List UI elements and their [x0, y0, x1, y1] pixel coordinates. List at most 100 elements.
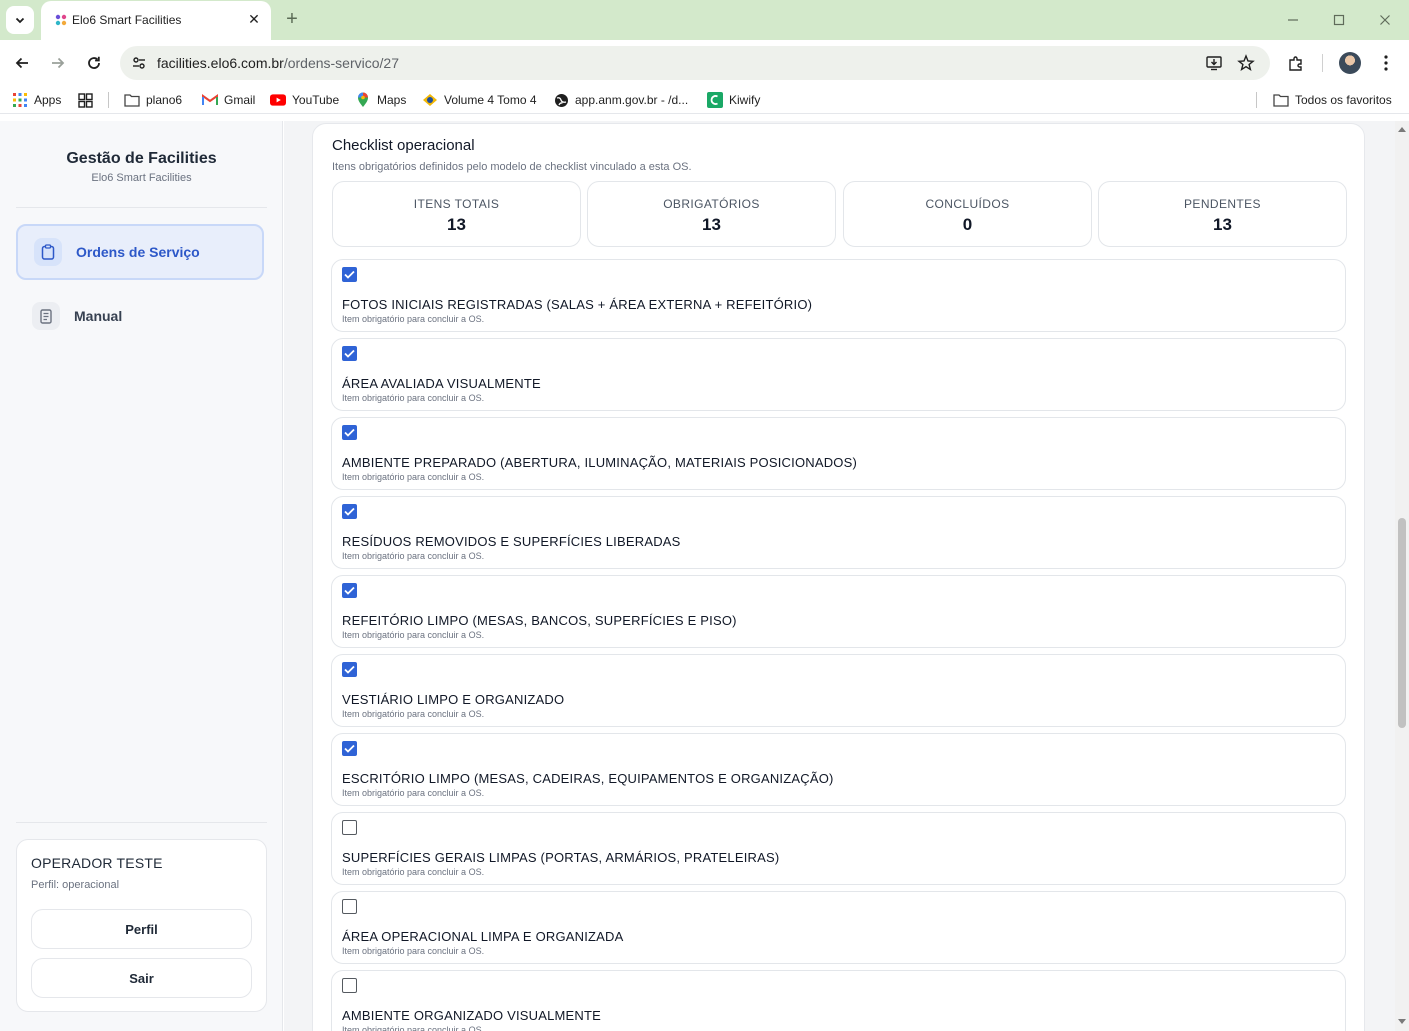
kiwify-icon [707, 92, 723, 108]
profile-avatar[interactable] [1339, 52, 1361, 74]
clipboard-icon [34, 238, 62, 266]
bookmarks-bar: Apps plano6 Gmail YouTube Maps Volume 4 [0, 86, 1409, 114]
checklist-item: REFEITÓRIO LIMPO (MESAS, BANCOS, SUPERFÍ… [331, 575, 1346, 648]
app-subtitle: Elo6 Smart Facilities [91, 172, 192, 184]
sidebar-item-ordens-de-servico[interactable]: Ordens de Serviço [16, 224, 264, 280]
stat-label: OBRIGATÓRIOS [663, 197, 760, 211]
bookmark-star-icon[interactable] [1235, 52, 1257, 74]
checkbox-checked[interactable] [342, 267, 357, 282]
bookmarks-separator [1256, 92, 1257, 108]
new-tab-button[interactable]: + [281, 9, 303, 31]
checklist-item: ESCRITÓRIO LIMPO (MESAS, CADEIRAS, EQUIP… [331, 733, 1346, 806]
bookmark-volume[interactable]: Volume 4 Tomo 4 [422, 91, 537, 109]
checklist-item-hint: Item obrigatório para concluir a OS. [342, 393, 485, 403]
bookmark-label: plano6 [146, 93, 183, 107]
scroll-down-arrow-icon[interactable] [1398, 1018, 1406, 1026]
reload-button[interactable] [82, 51, 106, 75]
checkbox-checked[interactable] [342, 504, 357, 519]
sidebar-divider [16, 207, 267, 208]
bookmark-youtube[interactable]: YouTube [270, 91, 339, 109]
checkbox-unchecked[interactable] [342, 899, 357, 914]
minimize-window-button[interactable] [1281, 8, 1305, 32]
user-name: OPERADOR TESTE [31, 855, 163, 871]
scroll-up-arrow-icon[interactable] [1398, 125, 1406, 133]
checkmark-icon [344, 744, 355, 753]
site-settings-icon[interactable] [128, 52, 150, 74]
bookmark-kiwify[interactable]: Kiwify [707, 91, 760, 109]
bookmark-label: app.anm.gov.br - /d... [575, 93, 689, 107]
checklist-item: AMBIENTE PREPARADO (ABERTURA, ILUMINAÇÃO… [331, 417, 1346, 490]
bookmark-label: Apps [34, 93, 62, 107]
document-icon [32, 302, 60, 330]
stat-value: 13 [1213, 215, 1232, 234]
profile-button[interactable]: Perfil [31, 909, 252, 949]
forward-button[interactable] [46, 51, 70, 75]
sidebar-item-manual[interactable]: Manual [16, 288, 264, 344]
more-vertical-icon [1384, 55, 1388, 71]
gmail-icon [202, 92, 218, 108]
bookmark-plano6[interactable]: plano6 [124, 91, 182, 109]
checkbox-checked[interactable] [342, 662, 357, 677]
checkbox-unchecked[interactable] [342, 978, 357, 993]
address-bar[interactable]: facilities.elo6.com.br/ordens-servico/27 [120, 46, 1270, 80]
checklist-item-label: ÁREA OPERACIONAL LIMPA E ORGANIZADA [342, 929, 624, 944]
browser-tab[interactable]: Elo6 Smart Facilities ✕ [41, 1, 271, 40]
folder-icon [1273, 92, 1289, 108]
bookmark-anm[interactable]: app.anm.gov.br - /d... [553, 91, 688, 109]
maximize-window-button[interactable] [1327, 8, 1351, 32]
scrollbar-thumb[interactable] [1398, 518, 1406, 728]
browser-menu-button[interactable] [1374, 51, 1398, 75]
bookmark-tab-groups[interactable] [77, 91, 93, 109]
checklist-item-hint: Item obrigatório para concluir a OS. [342, 551, 485, 561]
bookmarks-separator [108, 92, 109, 108]
stat-value: 0 [962, 215, 973, 234]
bookmark-gmail[interactable]: Gmail [202, 91, 255, 109]
checklist-item-hint: Item obrigatório para concluir a OS. [342, 946, 485, 956]
checkbox-checked[interactable] [342, 583, 357, 598]
checkbox-checked[interactable] [342, 741, 357, 756]
checklist-subtitle: Itens obrigatórios definidos pelo modelo… [332, 161, 692, 173]
checklist-item-hint: Item obrigatório para concluir a OS. [342, 709, 485, 719]
minimize-icon [1288, 19, 1298, 21]
checklist-item-label: SUPERFÍCIES GERAIS LIMPAS (PORTAS, ARMÁR… [342, 850, 780, 865]
main-content: Checklist operacional Itens obrigatórios… [284, 121, 1395, 1031]
extensions-button[interactable] [1284, 51, 1308, 75]
bookmark-label: YouTube [292, 93, 340, 107]
checklist-item: VESTIÁRIO LIMPO E ORGANIZADO Item obrigat… [331, 654, 1346, 727]
back-button[interactable] [10, 51, 34, 75]
bookmark-label: Todos os favoritos [1295, 93, 1392, 107]
checkmark-icon [344, 586, 355, 595]
tab-title: Elo6 Smart Facilities [72, 13, 182, 27]
checklist-item-label: VESTIÁRIO LIMPO E ORGANIZADO [342, 692, 565, 707]
checklist-item-hint: Item obrigatório para concluir a OS. [342, 472, 485, 482]
tab-search-button[interactable] [6, 6, 34, 34]
bookmark-label: Gmail [224, 93, 256, 107]
checkbox-unchecked[interactable] [342, 820, 357, 835]
url-host: facilities.elo6.com.br [157, 55, 284, 71]
bookmark-apps[interactable]: Apps [12, 91, 61, 109]
checklist-item: AMBIENTE ORGANIZADO VISUALMENTE Item obri… [331, 970, 1346, 1031]
checklist-item-hint: Item obrigatório para concluir a OS. [342, 630, 485, 640]
app-title: Gestão de Facilities [66, 150, 217, 167]
checkbox-checked[interactable] [342, 346, 357, 361]
checklist-item-hint: Item obrigatório para concluir a OS. [342, 1025, 485, 1031]
page-scrollbar[interactable] [1395, 121, 1409, 1031]
checkbox-checked[interactable] [342, 425, 357, 440]
close-window-button[interactable] [1373, 8, 1397, 32]
checklist-item-label: ÁREA AVALIADA VISUALMENTE [342, 376, 541, 391]
user-role: Perfil: operacional [31, 879, 120, 891]
stat-completed: CONCLUÍDOS 0 [843, 181, 1092, 247]
arrow-left-icon [15, 57, 28, 69]
stat-label: CONCLUÍDOS [925, 197, 1010, 211]
arrow-right-icon [52, 57, 65, 69]
checklist-item-label: AMBIENTE ORGANIZADO VISUALMENTE [342, 1008, 602, 1023]
apps-grid-icon [12, 92, 28, 108]
sidebar: Gestão de Facilities Elo6 Smart Faciliti… [0, 121, 283, 1031]
bookmark-all-favorites[interactable]: Todos os favoritos [1273, 91, 1392, 109]
checklist-title: Checklist operacional [332, 137, 475, 154]
install-app-icon[interactable] [1203, 52, 1225, 74]
checklist-item: RESÍDUOS REMOVIDOS E SUPERFÍCIES LIBERAD… [331, 496, 1346, 569]
bookmark-maps[interactable]: Maps [355, 91, 406, 109]
logout-button[interactable]: Sair [31, 958, 252, 998]
close-tab-icon[interactable]: ✕ [245, 10, 263, 28]
